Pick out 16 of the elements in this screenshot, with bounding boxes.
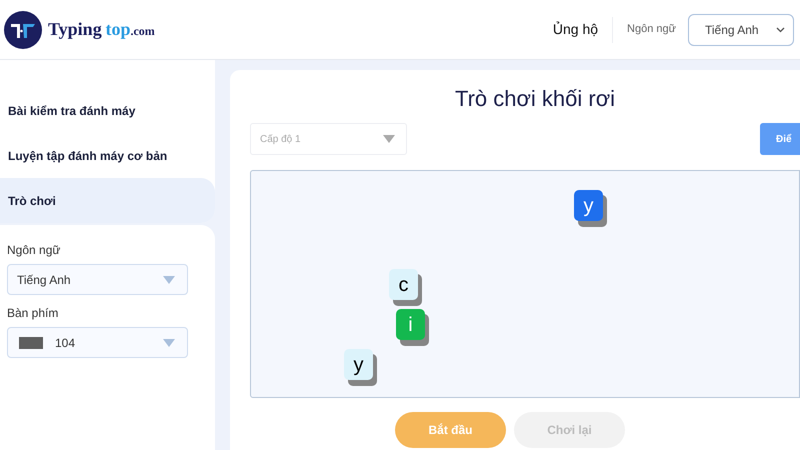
caret-icon bbox=[163, 338, 175, 346]
keyboard-select[interactable]: 104 bbox=[7, 327, 188, 358]
chevron-icon bbox=[776, 26, 785, 32]
game-title: Trò chơi khối rơi bbox=[454, 85, 616, 113]
keyboard-icon bbox=[19, 336, 43, 348]
keyboard-label: Bàn phím bbox=[7, 305, 60, 322]
logo-icon bbox=[4, 10, 42, 48]
sidebar-item[interactable]: Trò chơi bbox=[0, 178, 215, 223]
caret-icon bbox=[163, 276, 175, 284]
language-label: Ngôn ngữ bbox=[7, 242, 62, 259]
logo-text[interactable]: Typing top.com bbox=[48, 16, 155, 43]
language-label: Ngôn ngữ bbox=[627, 22, 676, 38]
caret-icon bbox=[383, 135, 395, 143]
language-select[interactable]: Tiếng Anh bbox=[688, 14, 794, 46]
support-link[interactable]: Ủng hộ bbox=[552, 19, 598, 40]
language-select[interactable]: Tiếng Anh bbox=[7, 264, 188, 295]
